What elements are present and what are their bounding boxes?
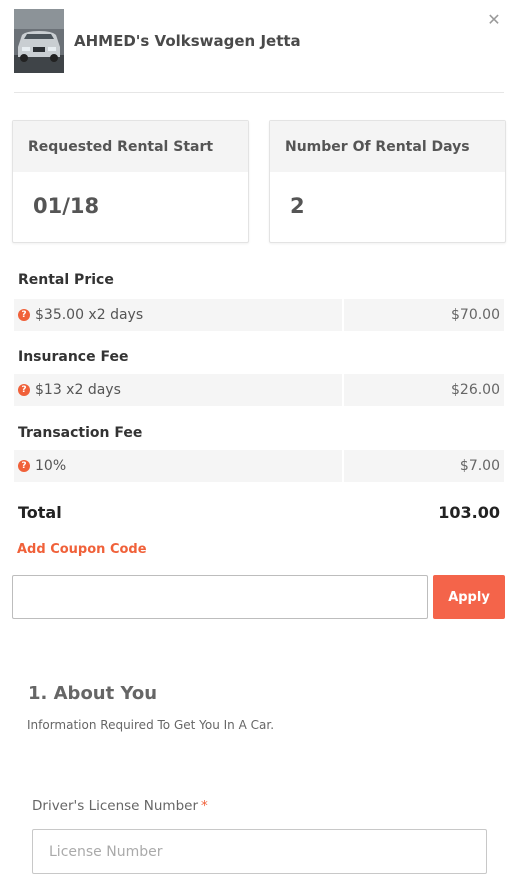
help-icon[interactable]: ? <box>18 309 30 321</box>
rental-days-value: 2 <box>290 194 305 218</box>
rental-days-card: Number Of Rental Days 2 <box>269 120 506 243</box>
rental-price-row: ? $35.00 x2 days $70.00 <box>14 299 504 331</box>
transaction-fee-row: ? 10% $7.00 <box>14 450 504 482</box>
car-title: AHMED's Volkswagen Jetta <box>74 32 301 50</box>
license-label-text: Driver's License Number <box>32 798 198 814</box>
total-label: Total <box>18 503 62 522</box>
rental-start-label: Requested Rental Start <box>13 121 248 172</box>
apply-coupon-button[interactable]: Apply <box>433 575 505 619</box>
insurance-fee-amount: $26.00 <box>344 374 504 406</box>
transaction-fee-label: Transaction Fee <box>18 425 143 441</box>
license-number-label: Driver's License Number * <box>32 798 208 814</box>
transaction-fee-desc: 10% <box>35 458 67 474</box>
insurance-fee-label: Insurance Fee <box>18 349 129 365</box>
modal-header: AHMED's Volkswagen Jetta ✕ <box>14 8 504 74</box>
rental-days-label: Number Of Rental Days <box>270 121 505 172</box>
rental-start-card: Requested Rental Start 01/18 <box>12 120 249 243</box>
rental-start-value: 01/18 <box>33 194 100 218</box>
car-thumbnail <box>14 9 64 73</box>
license-number-input[interactable] <box>32 829 487 874</box>
rental-price-amount: $70.00 <box>344 299 504 331</box>
rental-price-label: Rental Price <box>18 272 114 288</box>
help-icon[interactable]: ? <box>18 460 30 472</box>
total-value: 103.00 <box>438 503 500 522</box>
about-you-title: 1. About You <box>28 683 158 704</box>
help-icon[interactable]: ? <box>18 384 30 396</box>
insurance-fee-desc: $13 x2 days <box>35 382 121 398</box>
about-you-subtitle: Information Required To Get You In A Car… <box>27 718 275 732</box>
insurance-fee-row: ? $13 x2 days $26.00 <box>14 374 504 406</box>
coupon-code-input[interactable] <box>12 575 428 619</box>
close-icon[interactable]: ✕ <box>484 10 504 30</box>
required-marker: * <box>201 798 208 814</box>
rental-price-desc: $35.00 x2 days <box>35 307 144 323</box>
transaction-fee-amount: $7.00 <box>344 450 504 482</box>
header-divider <box>14 92 504 93</box>
add-coupon-link[interactable]: Add Coupon Code <box>17 542 147 557</box>
